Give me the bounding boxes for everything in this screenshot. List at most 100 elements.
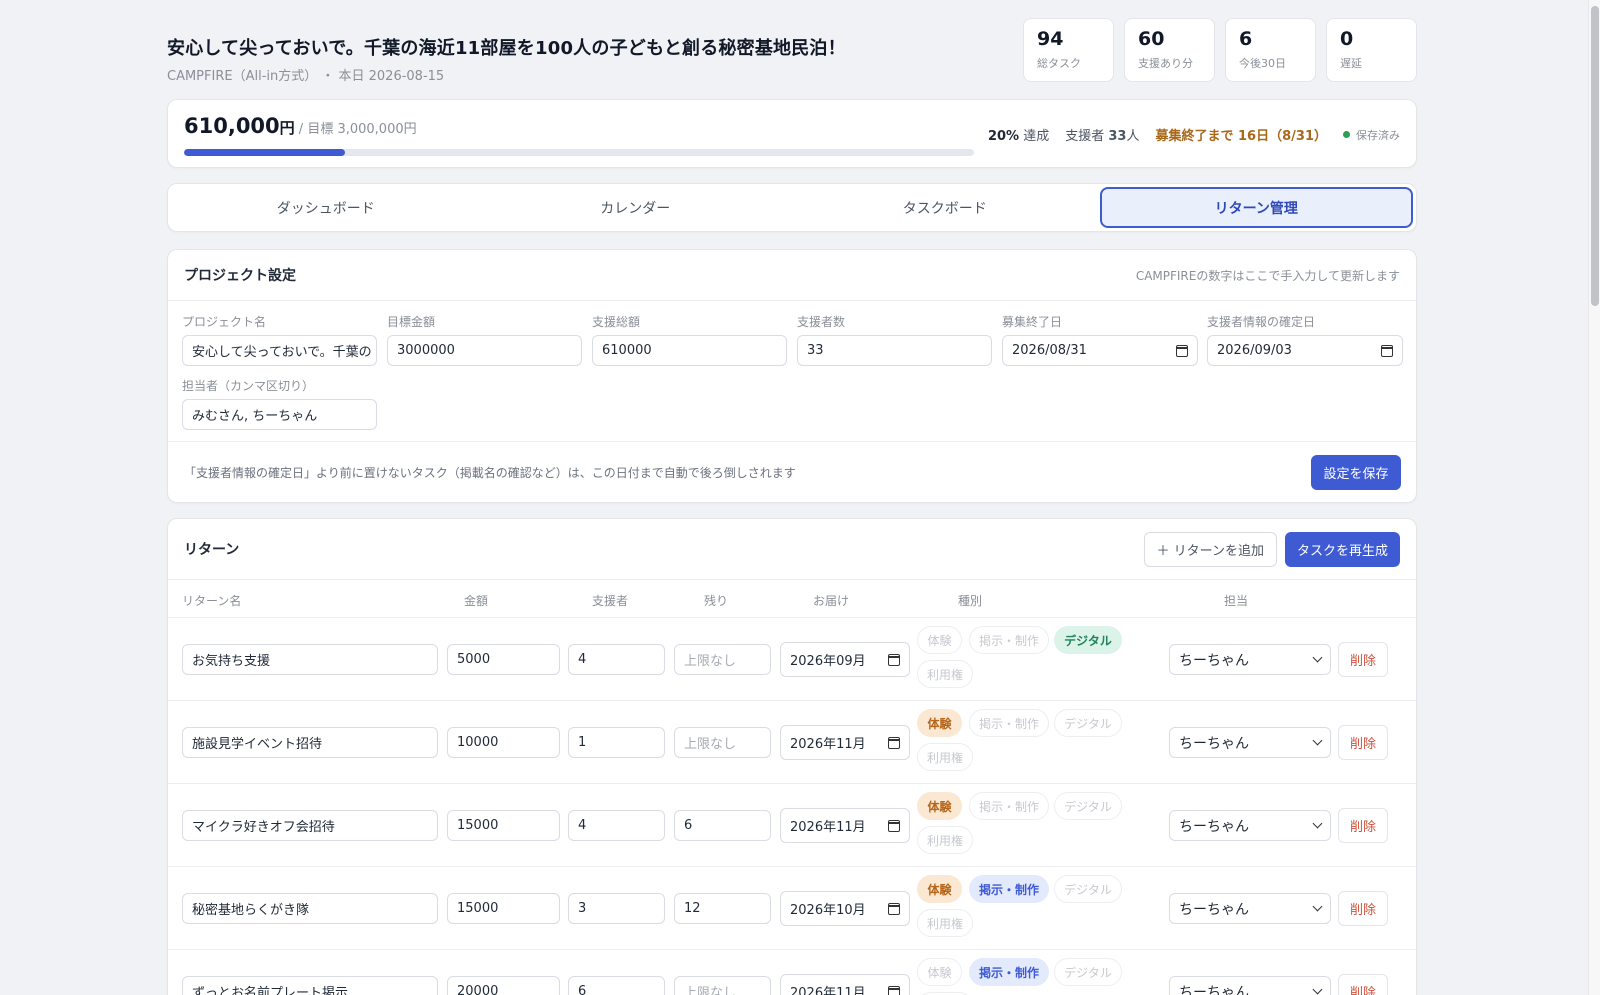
return-remaining-input[interactable]: 上限なし	[674, 644, 771, 675]
scrollbar-thumb[interactable]	[1591, 6, 1599, 306]
calendar-icon[interactable]	[888, 736, 900, 749]
return-amount-input[interactable]: 15000	[447, 893, 560, 924]
return-row: 施設見学イベント招待 10000 1 上限なし 2026年11月 体験 掲示・制作 デジタル利…	[168, 700, 1416, 783]
return-amount-input[interactable]: 15000	[447, 810, 560, 841]
return-backers-input[interactable]: 1	[568, 727, 665, 758]
return-delivery-input[interactable]: 2026年11月	[780, 808, 910, 843]
backer-number: 33	[1108, 129, 1127, 144]
return-delivery-input[interactable]: 2026年11月	[780, 725, 910, 760]
owners-input[interactable]: みむさん, ちーちゃん	[182, 399, 377, 430]
calendar-icon[interactable]	[888, 653, 900, 666]
return-backers-input[interactable]: 4	[568, 810, 665, 841]
calendar-icon[interactable]	[1176, 344, 1188, 357]
return-owner-select[interactable]: ちーちゃん	[1169, 727, 1331, 758]
backer-count: 支援者 33人	[1065, 125, 1139, 144]
type-toggle-post[interactable]: 掲示・制作	[969, 709, 1049, 737]
return-name-input[interactable]: ずっとお名前プレート掲示	[182, 976, 438, 995]
tab-return-management[interactable]: リターン管理	[1099, 187, 1413, 228]
return-row: お気持ち支援 5000 4 上限なし 2026年09月 体験 掲示・制作 デジタル利用権 ちーち…	[168, 617, 1416, 700]
type-toggle-post[interactable]: 掲示・制作	[969, 792, 1049, 820]
column-header-type: 種別	[958, 594, 983, 608]
calendar-icon[interactable]	[888, 985, 900, 995]
return-name-input[interactable]: お気持ち支援	[182, 644, 438, 675]
tab-task-board[interactable]: タスクボード	[790, 187, 1100, 228]
return-delivery-input[interactable]: 2026年11月	[780, 974, 910, 995]
confirm-date-input[interactable]: 2026/09/03	[1207, 335, 1403, 366]
add-return-button[interactable]: ＋ リターンを追加	[1143, 531, 1277, 567]
type-toggle-post[interactable]: 掲示・制作	[969, 958, 1049, 986]
raised-currency: 円	[279, 119, 295, 137]
return-remaining-input[interactable]: 6	[674, 810, 771, 841]
return-owner-select[interactable]: ちーちゃん	[1169, 893, 1331, 924]
delete-return-button[interactable]: 削除	[1338, 974, 1388, 995]
return-delivery-value: 2026年11月	[790, 737, 866, 752]
return-remaining-input[interactable]: 12	[674, 893, 771, 924]
tab-dashboard[interactable]: ダッシュボード	[171, 187, 481, 228]
settings-title: プロジェクト設定	[184, 268, 296, 284]
calendar-icon[interactable]	[1381, 344, 1393, 357]
type-toggle-experience[interactable]: 体験	[917, 958, 962, 986]
type-toggle-post[interactable]: 掲示・制作	[969, 626, 1049, 654]
column-header-remaining: 残り	[704, 594, 729, 608]
type-toggle-digital[interactable]: デジタル	[1054, 626, 1122, 654]
delete-return-button[interactable]: 削除	[1338, 725, 1388, 760]
return-owner-value: ちーちゃん	[1179, 901, 1249, 918]
type-toggle-usage[interactable]: 利用権	[917, 660, 973, 688]
chevron-down-icon	[1312, 901, 1323, 912]
type-toggle-usage[interactable]: 利用権	[917, 743, 973, 771]
delete-return-button[interactable]: 削除	[1338, 642, 1388, 677]
return-delivery-input[interactable]: 2026年10月	[780, 891, 910, 926]
goal-amount-input[interactable]: 3000000	[387, 335, 582, 366]
return-owner-select[interactable]: ちーちゃん	[1169, 644, 1331, 675]
progress-bar	[184, 149, 974, 156]
tab-calendar[interactable]: カレンダー	[481, 187, 791, 228]
delete-return-button[interactable]: 削除	[1338, 808, 1388, 843]
return-amount-input[interactable]: 5000	[447, 644, 560, 675]
calendar-icon[interactable]	[888, 902, 900, 915]
calendar-icon[interactable]	[888, 819, 900, 832]
return-remaining-input[interactable]: 上限なし	[674, 976, 771, 995]
save-settings-button[interactable]: 設定を保存	[1311, 455, 1401, 490]
return-amount-input[interactable]: 20000	[447, 976, 560, 995]
return-owner-value: ちーちゃん	[1179, 735, 1249, 752]
return-remaining-input[interactable]: 上限なし	[674, 727, 771, 758]
type-toggle-experience[interactable]: 体験	[917, 875, 962, 903]
page-scrollbar[interactable]	[1588, 0, 1600, 995]
deadline-countdown: 募集終了まで 16日（8/31）	[1155, 125, 1327, 144]
confirm-date-value: 2026/09/03	[1217, 343, 1292, 358]
return-delivery-input[interactable]: 2026年09月	[780, 642, 910, 677]
delete-return-button[interactable]: 削除	[1338, 891, 1388, 926]
type-toggle-experience[interactable]: 体験	[917, 626, 962, 654]
return-name-input[interactable]: 秘密基地らくがき隊	[182, 893, 438, 924]
type-toggle-digital[interactable]: デジタル	[1054, 792, 1122, 820]
return-backers-input[interactable]: 6	[568, 976, 665, 995]
return-owner-select[interactable]: ちーちゃん	[1169, 976, 1331, 995]
save-status-label: 保存済み	[1356, 128, 1400, 142]
return-owner-select[interactable]: ちーちゃん	[1169, 810, 1331, 841]
save-status: 保存済み	[1343, 127, 1400, 143]
return-amount-input[interactable]: 10000	[447, 727, 560, 758]
end-date-input[interactable]: 2026/08/31	[1002, 335, 1198, 366]
return-name-input[interactable]: 施設見学イベント招待	[182, 727, 438, 758]
type-toggle-digital[interactable]: デジタル	[1054, 709, 1122, 737]
total-raised-input[interactable]: 610000	[592, 335, 787, 366]
type-toggle-usage[interactable]: 利用権	[917, 826, 973, 854]
type-toggle-digital[interactable]: デジタル	[1054, 958, 1122, 986]
project-name-input[interactable]: 安心して尖っておいで。千葉の	[182, 335, 377, 366]
regenerate-tasks-button[interactable]: タスクを再生成	[1284, 531, 1400, 567]
type-toggle-usage[interactable]: 利用権	[917, 909, 973, 937]
backers-input[interactable]: 33	[797, 335, 992, 366]
stat-supported: 60 支援あり分	[1124, 18, 1215, 82]
return-backers-input[interactable]: 4	[568, 644, 665, 675]
type-toggle-digital[interactable]: デジタル	[1054, 875, 1122, 903]
return-name-input[interactable]: マイクラ好きオフ会招待	[182, 810, 438, 841]
field-label: 支援者数	[797, 315, 846, 329]
return-backers-input[interactable]: 3	[568, 893, 665, 924]
main-tabs: ダッシュボード カレンダー タスクボード リターン管理	[167, 183, 1417, 232]
field-owners: 担当者（カンマ区切り） みむさん, ちーちゃん	[182, 377, 377, 430]
type-toggle-experience[interactable]: 体験	[917, 792, 962, 820]
type-toggle-experience[interactable]: 体験	[917, 709, 962, 737]
column-header-owner: 担当	[1224, 594, 1249, 608]
type-toggle-post[interactable]: 掲示・制作	[969, 875, 1049, 903]
field-goal-amount: 目標金額 3000000	[387, 313, 582, 366]
